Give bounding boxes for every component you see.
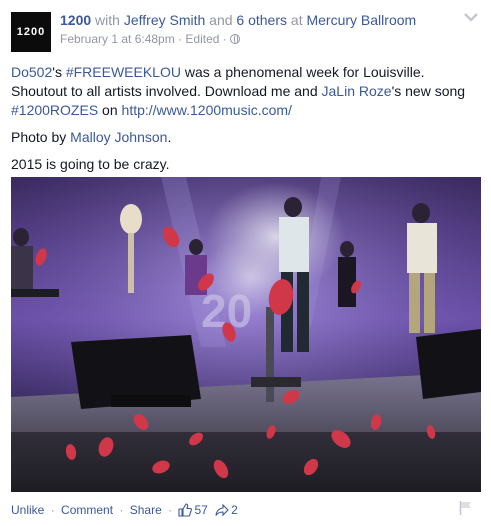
others-link[interactable]: 6 others xyxy=(236,12,287,28)
post-text: Do502's #FREEWEEKLOU was a phenomenal we… xyxy=(11,63,481,182)
place-link[interactable]: Mercury Ballroom xyxy=(306,12,416,28)
text-segment: on xyxy=(98,102,122,118)
avatar-text: 1200 xyxy=(16,26,46,38)
photographer-link[interactable]: Malloy Johnson xyxy=(70,129,167,145)
tagged-person-link[interactable]: Jeffrey Smith xyxy=(124,12,205,28)
chevron-down-icon[interactable] xyxy=(464,12,478,22)
timestamp-link[interactable]: February 1 at 6:48pm xyxy=(60,32,175,46)
action-separator: · xyxy=(119,503,124,517)
meta-separator: · xyxy=(222,32,227,46)
post-paragraph-3: 2015 is going to be crazy. xyxy=(11,156,170,172)
action-separator: · xyxy=(50,503,55,517)
post-photo[interactable]: 20 xyxy=(11,177,481,492)
author-link[interactable]: 1200 xyxy=(60,12,91,28)
with-word: with xyxy=(95,12,120,28)
share-link[interactable]: Share xyxy=(130,503,162,517)
hashtag-1200rozes-link[interactable]: #1200ROZES xyxy=(11,102,98,118)
globe-icon[interactable] xyxy=(230,34,241,44)
edited-link[interactable]: Edited xyxy=(185,32,219,46)
hashtag-freeweeklou-link[interactable]: #FREEWEEKLOU xyxy=(66,64,181,80)
do502-link[interactable]: Do502 xyxy=(11,64,52,80)
text-segment: 's xyxy=(52,64,66,80)
shares-count: 2 xyxy=(231,503,238,517)
and-word: and xyxy=(209,12,233,28)
post-actions: Unlike · Comment · Share · 57 2 xyxy=(11,502,238,521)
jalin-roze-link[interactable]: JaLin Roze xyxy=(322,83,392,99)
meta-separator: · xyxy=(178,32,183,46)
text-segment: 's new song xyxy=(391,83,466,99)
at-word: at xyxy=(290,12,303,28)
comment-link[interactable]: Comment xyxy=(61,503,113,517)
share-arrow-icon xyxy=(215,503,229,521)
likes-count-link[interactable]: 57 xyxy=(178,503,211,517)
page-avatar[interactable]: 1200 xyxy=(11,12,51,52)
action-separator: · xyxy=(168,503,173,517)
post-paragraph-1: Do502's #FREEWEEKLOU was a phenomenal we… xyxy=(11,63,481,120)
post-header: 1200 with Jeffrey Smith and 6 others at … xyxy=(60,11,416,29)
post-meta: February 1 at 6:48pm · Edited · xyxy=(60,31,241,47)
thumbs-up-icon xyxy=(178,503,193,521)
website-link[interactable]: http://www.1200music.com/ xyxy=(122,102,292,118)
shares-count-link[interactable]: 2 xyxy=(215,503,238,517)
text-segment: Photo by xyxy=(11,129,71,145)
unlike-link[interactable]: Unlike xyxy=(11,503,44,517)
facebook-post: 1200 1200 with Jeffrey Smith and 6 other… xyxy=(0,0,491,526)
likes-count: 57 xyxy=(194,503,208,517)
flag-icon[interactable] xyxy=(459,500,473,521)
text-segment: . xyxy=(167,129,172,145)
post-paragraph-2: Photo by Malloy Johnson. xyxy=(11,128,481,147)
